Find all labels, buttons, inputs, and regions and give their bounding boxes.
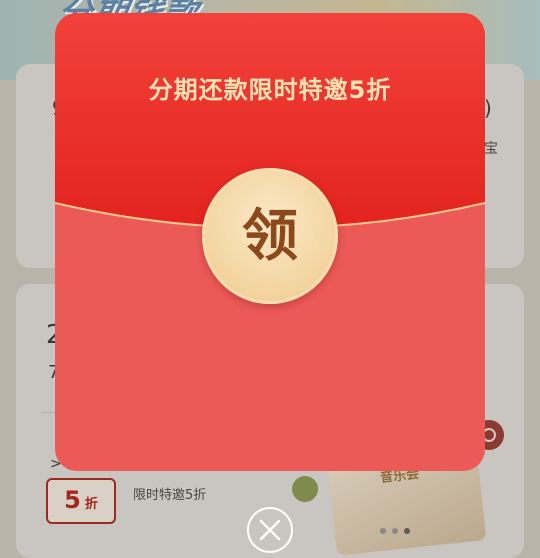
claim-button-label: 领 — [242, 203, 298, 269]
screen: 分期钱款 9 ) 宝 2 7 > 音乐会 5 折 限时特邀5折 分 — [0, 0, 540, 558]
edge-text: ) — [484, 96, 492, 120]
modal-title: 分期还款限时特邀5折 — [148, 76, 392, 104]
discount-tag: 5 折 — [46, 478, 116, 524]
claim-button[interactable]: 领 — [202, 168, 338, 304]
discount-unit: 折 — [84, 497, 98, 512]
red-envelope-modal: 分期还款限时特邀5折 领 — [55, 13, 485, 471]
carousel-dot — [380, 528, 386, 534]
promo-text: 限时特邀5折 — [133, 488, 207, 503]
carousel-dot-active — [404, 528, 410, 534]
close-icon — [259, 519, 281, 541]
carousel-dot — [392, 528, 398, 534]
discount-number: 5 — [64, 486, 81, 514]
carousel-indicator — [380, 528, 410, 534]
close-button[interactable] — [247, 507, 293, 553]
edge-text: 宝 — [484, 141, 498, 157]
app-icon — [292, 476, 318, 502]
